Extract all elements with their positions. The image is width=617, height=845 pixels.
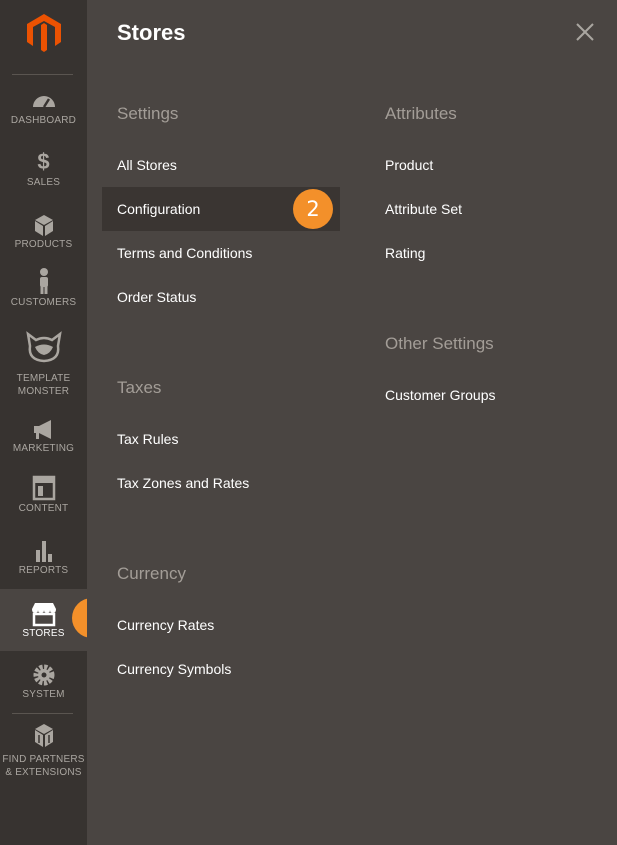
sidebar-item-products[interactable]: PRODUCTS bbox=[0, 212, 87, 252]
sidebar-item-find-partners[interactable]: FIND PARTNERS & EXTENSIONS bbox=[0, 723, 87, 779]
link-order-status[interactable]: Order Status bbox=[117, 289, 196, 305]
dashboard-icon bbox=[32, 96, 55, 108]
sidebar-item-template-monster[interactable]: TEMPLATE MONSTER bbox=[0, 330, 87, 398]
section-heading-taxes: Taxes bbox=[117, 378, 162, 397]
sidebar-item-content[interactable]: CONTENT bbox=[0, 474, 87, 518]
link-attribute-set[interactable]: Attribute Set bbox=[385, 201, 462, 217]
sidebar-item-label: SYSTEM bbox=[22, 689, 65, 700]
magento-logo-icon[interactable] bbox=[25, 12, 63, 52]
link-tax-zones-and-rates[interactable]: Tax Zones and Rates bbox=[117, 475, 249, 491]
admin-sidebar: DASHBOARD $ SALES PRODUCTS CUSTOMERS TEM… bbox=[0, 0, 112, 845]
sidebar-divider bbox=[12, 74, 73, 75]
sidebar-item-marketing[interactable]: MARKETING bbox=[0, 416, 87, 456]
storefront-icon bbox=[31, 603, 56, 627]
bar-chart-icon bbox=[35, 541, 52, 562]
section-heading-attributes: Attributes bbox=[385, 104, 457, 123]
sidebar-item-label: DASHBOARD bbox=[10, 115, 77, 126]
link-product[interactable]: Product bbox=[385, 157, 433, 173]
section-heading-settings: Settings bbox=[117, 104, 179, 123]
sidebar-item-dashboard[interactable]: DASHBOARD bbox=[0, 88, 87, 128]
link-tax-rules[interactable]: Tax Rules bbox=[117, 431, 178, 447]
sidebar-item-label: CUSTOMERS bbox=[10, 297, 77, 308]
sidebar-item-customers[interactable]: CUSTOMERS bbox=[0, 266, 87, 312]
monster-icon bbox=[25, 331, 62, 363]
link-rating[interactable]: Rating bbox=[385, 245, 425, 261]
sidebar-item-label: SALES bbox=[26, 177, 61, 188]
link-terms-and-conditions[interactable]: Terms and Conditions bbox=[117, 245, 252, 261]
stores-menu-panel: Stores Settings All Stores Configuration… bbox=[87, 0, 617, 845]
section-heading-currency: Currency bbox=[117, 564, 186, 583]
panel-title: Stores bbox=[117, 20, 186, 45]
sidebar-item-system[interactable]: SYSTEM bbox=[0, 662, 87, 704]
person-icon bbox=[39, 268, 48, 294]
sidebar-item-label: REPORTS bbox=[18, 565, 69, 576]
gear-icon bbox=[33, 664, 54, 686]
megaphone-icon bbox=[33, 420, 51, 439]
dollar-icon: $ bbox=[37, 149, 50, 174]
link-all-stores[interactable]: All Stores bbox=[117, 157, 177, 173]
link-configuration[interactable]: Configuration bbox=[117, 201, 200, 217]
sidebar-item-label: FIND PARTNERS & EXTENSIONS bbox=[2, 754, 85, 778]
sidebar-divider bbox=[12, 713, 73, 714]
sidebar-item-label: MARKETING bbox=[12, 443, 75, 454]
section-heading-other-settings: Other Settings bbox=[385, 334, 494, 353]
sidebar-item-label: STORES bbox=[22, 628, 65, 639]
cubes-icon bbox=[34, 724, 53, 747]
link-currency-symbols[interactable]: Currency Symbols bbox=[117, 661, 231, 677]
callout-badge-2: 2 bbox=[293, 189, 333, 229]
box-icon bbox=[34, 215, 53, 236]
sidebar-item-reports[interactable]: REPORTS bbox=[0, 538, 87, 580]
sidebar-item-label: CONTENT bbox=[18, 503, 69, 514]
link-customer-groups[interactable]: Customer Groups bbox=[385, 387, 495, 403]
sidebar-item-sales[interactable]: $ SALES bbox=[0, 150, 87, 190]
layout-icon bbox=[32, 475, 55, 501]
close-icon[interactable] bbox=[573, 20, 597, 44]
sidebar-item-label: PRODUCTS bbox=[14, 239, 73, 250]
sidebar-item-label: TEMPLATE MONSTER bbox=[16, 373, 71, 397]
link-currency-rates[interactable]: Currency Rates bbox=[117, 617, 214, 633]
